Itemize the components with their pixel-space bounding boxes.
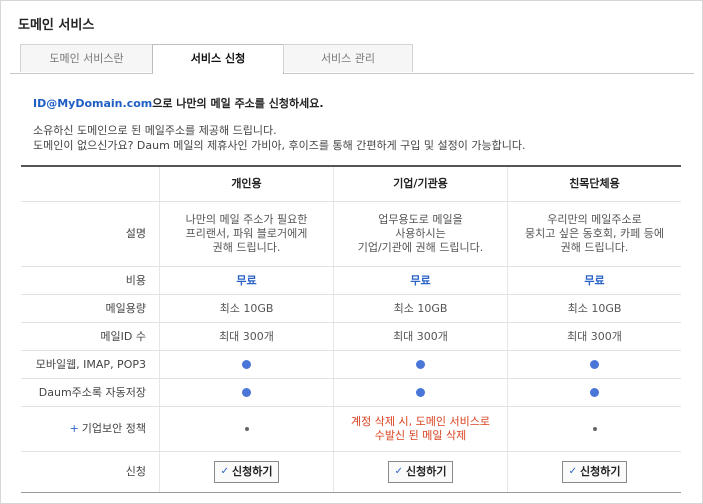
- security-personal: [159, 407, 333, 451]
- intro-heading: ID@MyDomain.com으로 나만의 메일 주소를 신청하세요.: [33, 95, 324, 111]
- desc-text: 기업/기관에 권해 드립니다.: [357, 241, 484, 254]
- capacity-community: 최소 10GB: [507, 295, 681, 322]
- page-title: 도메인 서비스: [18, 18, 95, 33]
- header-empty: [21, 167, 159, 201]
- security-community: [507, 407, 681, 451]
- check-icon: ✓: [220, 466, 229, 477]
- mobile-business: [333, 351, 507, 378]
- description-business: 업무용도로 메일을 사용하시는 기업/기관에 권해 드립니다.: [333, 202, 507, 266]
- table-row-autosave: Daum주소록 자동저장: [21, 379, 681, 407]
- table-row-apply: 신청 ✓ 신청하기 ✓ 신청하기 ✓ 신청하기: [21, 452, 681, 493]
- desc-text: 프리랜서, 파워 블로거에게: [185, 227, 308, 240]
- tab-domain-service-intro[interactable]: 도메인 서비스란: [20, 44, 153, 72]
- apply-business: ✓ 신청하기: [333, 452, 507, 492]
- description-community: 우리만의 메일주소로 뭉치고 싶은 동호회, 카페 등에 권해 드립니다.: [507, 202, 681, 266]
- row-label: 신청: [125, 465, 146, 478]
- desc-text: 우리만의 메일주소로: [547, 213, 642, 226]
- tab-bar: 도메인 서비스란 서비스 신청 서비스 관리: [10, 44, 694, 74]
- row-label: Daum주소록 자동저장: [38, 385, 146, 399]
- apply-community: ✓ 신청하기: [507, 452, 681, 492]
- capacity-personal: 최소 10GB: [159, 295, 333, 322]
- tab-service-manage[interactable]: 서비스 관리: [283, 44, 413, 72]
- table-row-cost: 비용 무료 무료 무료: [21, 267, 681, 295]
- table-row-description: 설명 나만의 메일 주소가 필요한 프리랜서, 파워 블로거에게 권해 드립니다…: [21, 202, 681, 267]
- security-note: 수발신 된 메일 삭제: [374, 429, 467, 442]
- table-row-mobile: 모바일웹, IMAP, POP3: [21, 351, 681, 379]
- autosave-personal: [159, 379, 333, 406]
- apply-button-business[interactable]: ✓ 신청하기: [387, 461, 454, 483]
- apply-button-community[interactable]: ✓ 신청하기: [561, 461, 628, 483]
- row-label: 비용: [125, 273, 146, 287]
- desc-text: 뭉치고 싶은 동호회, 카페 등에: [525, 227, 664, 240]
- included-dot-icon: [416, 360, 425, 369]
- column-community: 친목단체용: [507, 167, 681, 201]
- included-dot-icon: [590, 360, 599, 369]
- cost-personal: 무료: [159, 267, 333, 294]
- included-dot-icon: [242, 388, 251, 397]
- domain-service-panel: 도메인 서비스 도메인 서비스란 서비스 신청 서비스 관리 ID@MyDoma…: [0, 0, 703, 504]
- column-personal: 개인용: [159, 167, 333, 201]
- row-label: 모바일웹, IMAP, POP3: [35, 357, 146, 371]
- included-dot-icon: [590, 388, 599, 397]
- security-label: 기업보안 정책: [81, 422, 146, 435]
- tab-service-apply[interactable]: 서비스 신청: [152, 44, 284, 74]
- table-row-mail-ids: 메일ID 수 최대 300개 최대 300개 최대 300개: [21, 323, 681, 351]
- row-label: + 기업보안 정책: [21, 407, 159, 451]
- check-icon: ✓: [568, 466, 577, 477]
- autosave-community: [507, 379, 681, 406]
- capacity-business: 최소 10GB: [333, 295, 507, 322]
- mobile-personal: [159, 351, 333, 378]
- mobile-community: [507, 351, 681, 378]
- ids-business: 최대 300개: [333, 323, 507, 350]
- security-note: 계정 삭제 시, 도메인 서비스로: [351, 415, 490, 428]
- bullet-icon: [592, 427, 597, 431]
- apply-button-label: 신청하기: [231, 465, 273, 478]
- cost-community: 무료: [507, 267, 681, 294]
- ids-community: 최대 300개: [507, 323, 681, 350]
- table-row-security: + 기업보안 정책 계정 삭제 시, 도메인 서비스로 수발신 된 메일 삭제: [21, 407, 681, 452]
- column-business: 기업/기관용: [333, 167, 507, 201]
- table-header-row: 개인용 기업/기관용 친목단체용: [21, 167, 681, 202]
- row-label: 메일용량: [105, 301, 146, 315]
- table-row-capacity: 메일용량 최소 10GB 최소 10GB 최소 10GB: [21, 295, 681, 323]
- bullet-icon: [244, 427, 249, 431]
- plus-icon[interactable]: +: [70, 422, 79, 436]
- apply-button-label: 신청하기: [579, 465, 621, 478]
- cost-business: 무료: [333, 267, 507, 294]
- description-personal: 나만의 메일 주소가 필요한 프리랜서, 파워 블로거에게 권해 드립니다.: [159, 202, 333, 266]
- check-icon: ✓: [394, 466, 403, 477]
- apply-button-personal[interactable]: ✓ 신청하기: [213, 461, 280, 483]
- desc-text: 권해 드립니다.: [560, 241, 629, 254]
- desc-text: 권해 드립니다.: [212, 241, 281, 254]
- row-label: 메일ID 수: [100, 329, 146, 343]
- apply-button-label: 신청하기: [405, 465, 447, 478]
- desc-text: 업무용도로 메일을: [378, 213, 463, 226]
- intro-line-1: 소유하신 도메인으로 된 메일주소를 제공해 드립니다.: [33, 124, 277, 137]
- row-label: 설명: [125, 227, 146, 240]
- apply-personal: ✓ 신청하기: [159, 452, 333, 492]
- security-business: 계정 삭제 시, 도메인 서비스로 수발신 된 메일 삭제: [333, 407, 507, 451]
- heading-text: 으로 나만의 메일 주소를 신청하세요.: [152, 97, 324, 110]
- plan-comparison-table: 개인용 기업/기관용 친목단체용 설명 나만의 메일 주소가 필요한 프리랜서,…: [21, 165, 681, 493]
- included-dot-icon: [416, 388, 425, 397]
- autosave-business: [333, 379, 507, 406]
- domain-example: ID@MyDomain.com: [33, 97, 153, 110]
- ids-personal: 최대 300개: [159, 323, 333, 350]
- desc-text: 나만의 메일 주소가 필요한: [185, 213, 308, 226]
- included-dot-icon: [242, 360, 251, 369]
- intro-line-2: 도메인이 없으신가요? Daum 메일의 제휴사인 가비아, 후이즈를 통해 간…: [33, 139, 526, 152]
- desc-text: 사용하시는: [395, 227, 446, 240]
